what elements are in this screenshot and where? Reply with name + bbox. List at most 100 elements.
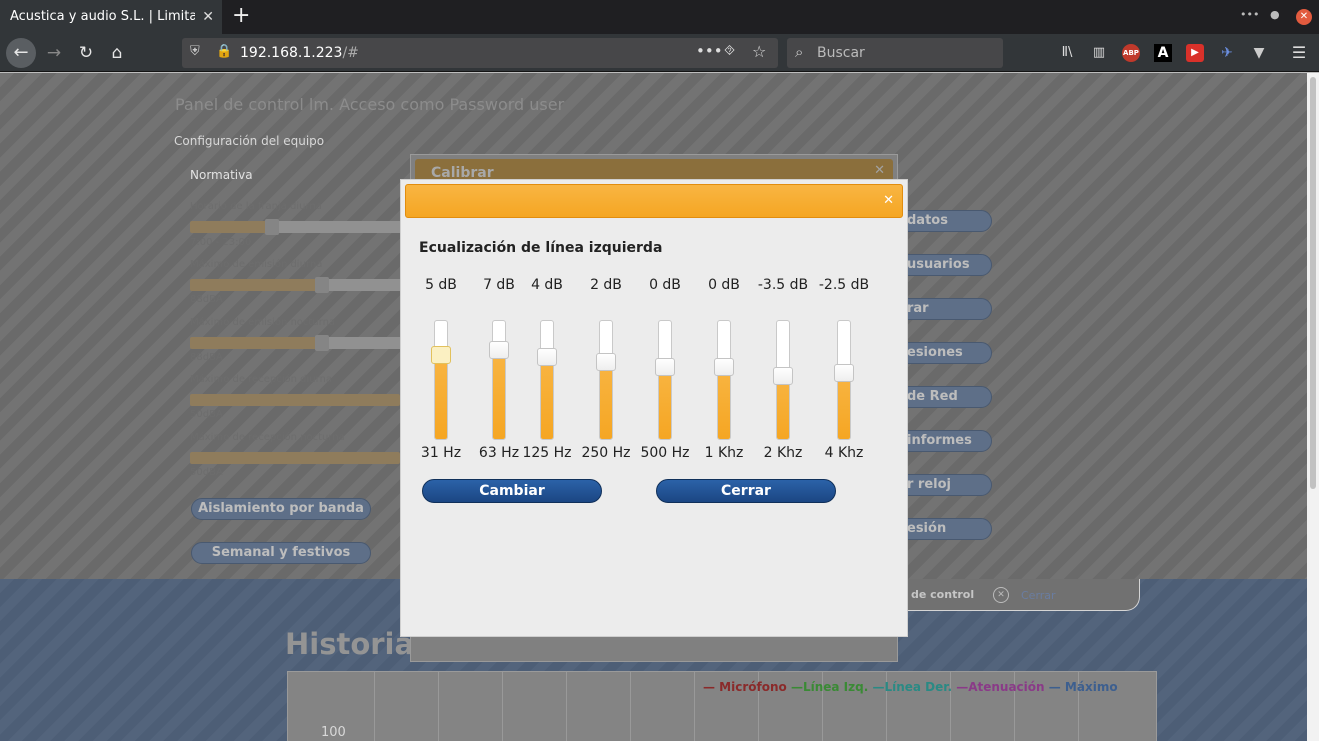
slider-value: 88dBA <box>190 294 223 305</box>
band-slider-fill <box>718 366 730 439</box>
maximize-icon[interactable]: ● <box>1270 8 1280 21</box>
slider-value: 7:00 - 23:00 <box>190 237 252 248</box>
band-slider-handle[interactable] <box>655 358 675 376</box>
weekly-holidays-button[interactable]: Semanal y festivos <box>191 542 371 564</box>
band-slider-fill <box>659 366 671 439</box>
band-slider-track[interactable] <box>717 320 731 440</box>
legend-left-line: —Línea Izq. <box>786 680 869 694</box>
page-actions-icon[interactable]: ••• <box>696 42 723 60</box>
y-tick-label: 100 <box>321 725 346 740</box>
close-icon[interactable]: ✕ <box>874 163 885 178</box>
legend-microphone: — Micrófono <box>703 680 787 694</box>
insecure-lock-icon[interactable]: 🔒 <box>216 44 232 59</box>
equalizer-dialog: ✕ Ecualización de línea izquierda 5 dB 31… <box>400 179 908 637</box>
close-link[interactable]: Cerrar <box>1021 589 1056 602</box>
close-icon[interactable]: ✕ <box>883 193 894 208</box>
back-arrow-icon[interactable]: ← <box>6 38 36 68</box>
close-circle-icon[interactable]: ✕ <box>993 587 1009 603</box>
slider-handle[interactable] <box>315 335 329 351</box>
url-bar[interactable]: ⛨ 🔒 192.168.1.223/# ••• ⯑ ☆ <box>182 38 778 68</box>
url-text[interactable]: 192.168.1.223/# <box>240 38 359 68</box>
library-icon[interactable]: Ⅱ\ <box>1058 44 1076 62</box>
pocket-icon[interactable]: ⯑ <box>724 43 735 59</box>
band-slider-fill <box>435 354 447 439</box>
band-slider-handle[interactable] <box>431 346 451 364</box>
video-icon[interactable]: ▶ <box>1186 44 1204 62</box>
shield-icon[interactable]: ⛨ <box>190 44 200 59</box>
tab-close-icon[interactable]: ✕ <box>202 0 214 34</box>
search-bar[interactable]: ⌕ Buscar <box>787 38 1003 68</box>
search-icon: ⌕ <box>795 43 804 61</box>
band-slider-handle[interactable] <box>537 348 557 366</box>
config-title: Configuración del equipo <box>174 134 325 148</box>
adblock-icon[interactable]: ABP <box>1122 44 1140 62</box>
history-chart: — Micrófono —Línea Izq. —Línea Der. —Ate… <box>287 671 1157 741</box>
change-button[interactable]: Cambiar <box>422 479 602 503</box>
tab-bar: Acustica y audio S.L. | Limitador ✕ + ••… <box>0 0 1319 34</box>
band-slider-track[interactable] <box>492 320 506 440</box>
reader-icon[interactable]: ▥ <box>1090 44 1108 62</box>
search-placeholder: Buscar <box>817 45 865 61</box>
page-title: Panel de control lm. Acceso como Passwor… <box>175 95 565 114</box>
band-gain-label: -2.5 dB <box>818 277 870 293</box>
bookmark-star-icon[interactable]: ☆ <box>752 42 766 61</box>
schedule-slider[interactable] <box>190 219 400 235</box>
band-slider-track[interactable] <box>658 320 672 440</box>
url-path: /# <box>342 45 359 61</box>
legend-right-line: —Línea Der. <box>868 680 953 694</box>
band-slider-handle[interactable] <box>714 358 734 376</box>
slider-value: 88dBA <box>190 352 223 363</box>
band-slider-handle[interactable] <box>489 341 509 359</box>
slider-value: 50dBA <box>190 467 223 478</box>
band-slider-track[interactable] <box>599 320 613 440</box>
scrollbar-thumb[interactable] <box>1310 77 1316 489</box>
slider-label: Máximo de recepción nocturna <box>190 432 345 443</box>
dialog-title: Ecualización de línea izquierda <box>419 240 663 256</box>
slider-label: Máximo de emisión nocturna <box>190 317 336 328</box>
night-reception-slider[interactable] <box>190 452 400 464</box>
band-frequency-label: 4 Khz <box>824 445 864 461</box>
dialog-header: ✕ <box>405 184 903 218</box>
tab-title: Acustica y audio S.L. | Limitador <box>10 9 195 24</box>
band-slider-handle[interactable] <box>596 353 616 371</box>
url-host: 192.168.1.223 <box>240 45 343 61</box>
slider-label: Horario de la franja diurna <box>190 201 322 212</box>
window-close-icon[interactable]: ✕ <box>1296 9 1312 25</box>
browser-tab[interactable]: Acustica y audio S.L. | Limitador ✕ <box>0 0 222 34</box>
band-slider-track[interactable] <box>540 320 554 440</box>
slider-label: Máximo de emisión diurna <box>190 259 323 270</box>
vivaldi-icon[interactable]: ▼ <box>1250 44 1268 62</box>
minimize-icon[interactable]: ••• <box>1240 8 1259 21</box>
scrollbar[interactable] <box>1307 73 1319 741</box>
home-icon[interactable]: ⌂ <box>103 39 131 67</box>
legend-max: — Máximo <box>1044 680 1118 694</box>
section-title: Normativa <box>190 168 253 182</box>
forward-arrow-icon[interactable]: → <box>40 39 68 67</box>
band-slider-handle[interactable] <box>834 364 854 382</box>
vpn-icon[interactable]: ✈ <box>1218 44 1236 62</box>
menu-icon[interactable]: ☰ <box>1290 44 1308 62</box>
new-tab-icon[interactable]: + <box>232 3 250 28</box>
reload-icon[interactable]: ↻ <box>72 39 100 67</box>
band-slider-track[interactable] <box>434 320 448 440</box>
legend-attenuation: —Atenuación <box>952 680 1045 694</box>
slider-value: 50dBA <box>190 409 223 420</box>
band-isolation-button[interactable]: Aislamiento por banda <box>191 498 371 520</box>
close-button[interactable]: Cerrar <box>656 479 836 503</box>
slider-handle[interactable] <box>265 219 279 235</box>
night-emission-slider[interactable] <box>190 335 400 351</box>
chart-legend: — Micrófono —Línea Izq. —Línea Der. —Ate… <box>703 680 1118 694</box>
control-panel-link[interactable]: de control <box>911 588 974 601</box>
day-reception-slider[interactable] <box>190 394 400 406</box>
font-icon[interactable]: A <box>1154 44 1172 62</box>
band-slider-fill <box>838 372 850 439</box>
band-gain-label: -3.5 dB <box>757 277 809 293</box>
band-slider-fill <box>493 349 505 439</box>
slider-handle[interactable] <box>315 277 329 293</box>
day-emission-slider[interactable] <box>190 277 400 293</box>
band-frequency-label: 2 Khz <box>763 445 803 461</box>
slider-label: Máximo de recepción diurna <box>190 374 332 385</box>
band-slider-handle[interactable] <box>773 367 793 385</box>
band-slider-fill <box>600 361 612 439</box>
navigation-bar: ← → ↻ ⌂ ⛨ 🔒 192.168.1.223/# ••• ⯑ ☆ ⌕ Bu… <box>0 34 1319 72</box>
